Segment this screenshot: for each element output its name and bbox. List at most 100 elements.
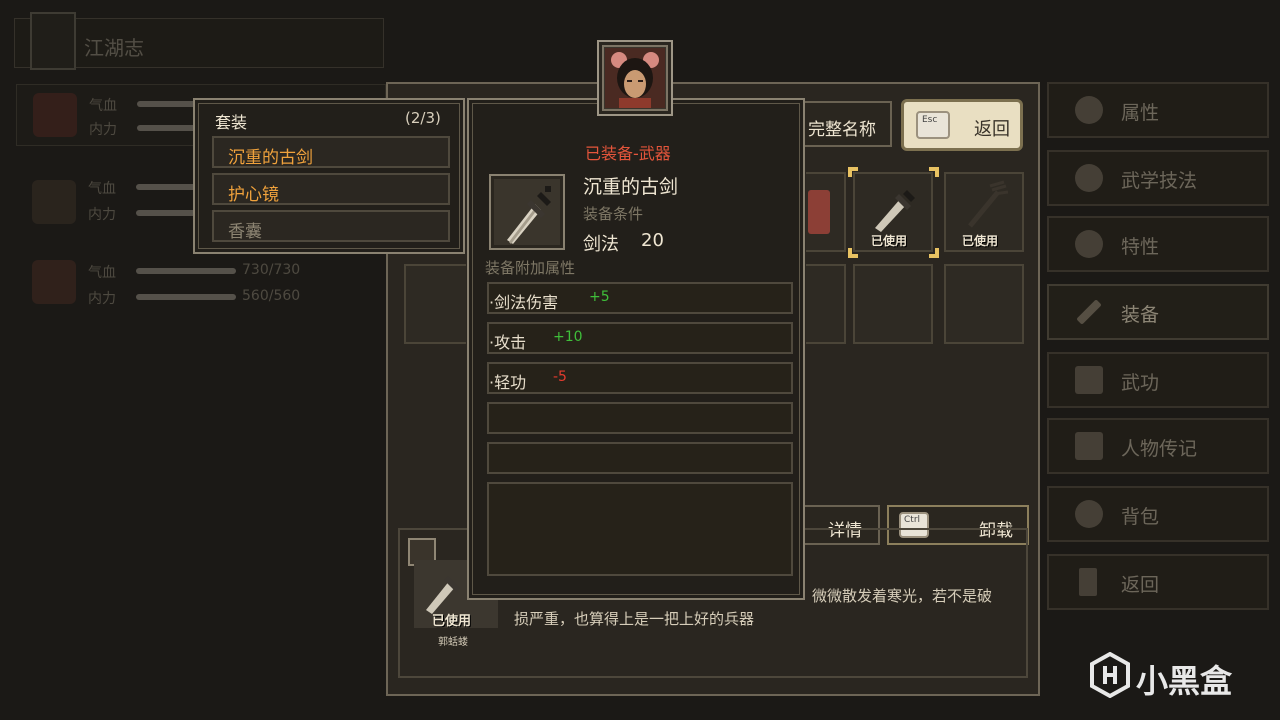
hp-label: 气血 bbox=[89, 98, 117, 114]
menu-label: 人物传记 bbox=[1121, 438, 1198, 460]
full-name-button[interactable]: 完整名称 bbox=[800, 101, 892, 147]
equipped-item-used-label: 已使用 bbox=[432, 614, 472, 629]
person-icon bbox=[1075, 96, 1103, 124]
empty-slot[interactable] bbox=[806, 264, 846, 344]
return-label: 返回 bbox=[974, 119, 1010, 140]
attr-section-label: 装备附加属性 bbox=[485, 259, 576, 277]
attribute-value: +5 bbox=[589, 289, 610, 305]
empty-slot[interactable] bbox=[404, 264, 466, 344]
item-owner-name: 郭蛞蝼 bbox=[438, 637, 468, 648]
esc-key-icon: Esc bbox=[916, 111, 950, 139]
character-row[interactable]: 气血 730/730 内力 560/560 bbox=[16, 252, 386, 314]
set-item: 护心镜 bbox=[212, 173, 450, 205]
mp-label: 内力 bbox=[88, 207, 116, 223]
requirement-skill: 剑法 bbox=[583, 234, 619, 255]
hp-bar bbox=[136, 268, 236, 274]
item-name: 沉重的古剑 bbox=[583, 176, 679, 198]
attribute-row: ·轻功 -5 bbox=[487, 362, 793, 394]
slot-used-label: 已使用 bbox=[962, 234, 999, 248]
hp-label: 气血 bbox=[88, 181, 116, 197]
mp-label: 内力 bbox=[89, 122, 117, 138]
trait-icon bbox=[1075, 230, 1103, 258]
menu-label: 返回 bbox=[1121, 574, 1160, 596]
empty-slot[interactable] bbox=[853, 264, 933, 344]
xiaoheihe-logo-icon bbox=[1090, 652, 1130, 698]
menu-item-traits[interactable]: 特性 bbox=[1047, 216, 1269, 272]
menu-item-bag[interactable]: 背包 bbox=[1047, 486, 1269, 542]
equipment-slot[interactable] bbox=[806, 172, 846, 252]
set-item: 沉重的古剑 bbox=[212, 136, 450, 168]
menu-label: 属性 bbox=[1121, 102, 1160, 124]
sword-icon bbox=[1076, 299, 1102, 325]
avatar bbox=[32, 260, 76, 304]
martial-art-icon bbox=[1075, 164, 1103, 192]
character-portrait bbox=[597, 40, 673, 116]
book-icon bbox=[30, 12, 76, 70]
item-description-line1: 微微散发着寒光，若不是破 bbox=[812, 587, 993, 605]
attribute-value: +10 bbox=[553, 329, 583, 345]
set-item-name: 沉重的古剑 bbox=[228, 148, 313, 168]
mp-bar bbox=[136, 294, 236, 300]
menu-label: 武功 bbox=[1121, 372, 1160, 394]
mp-value: 560/560 bbox=[242, 288, 301, 304]
set-count: (2/3) bbox=[405, 109, 441, 127]
bag-icon bbox=[1075, 500, 1103, 528]
trident-icon bbox=[968, 180, 1009, 228]
selection-corner bbox=[848, 167, 858, 177]
ctrl-key-label: Ctrl bbox=[904, 515, 921, 525]
set-bonus-panel: 套装 (2/3) 沉重的古剑 护心镜 香囊 bbox=[193, 98, 465, 254]
attribute-row-empty bbox=[487, 442, 793, 474]
menu-item-attributes[interactable]: 属性 bbox=[1047, 82, 1269, 138]
hp-label: 气血 bbox=[88, 265, 116, 281]
slot-used-label: 已使用 bbox=[871, 234, 908, 248]
menu-label: 背包 bbox=[1121, 506, 1160, 528]
attribute-row: ·剑法伤害 +5 bbox=[487, 282, 793, 314]
requirement-label: 装备条件 bbox=[583, 205, 644, 223]
sword-icon bbox=[875, 190, 915, 232]
equipment-slot[interactable]: 已使用 bbox=[944, 172, 1024, 252]
attribute-extra-box bbox=[487, 482, 793, 576]
attribute-name: ·轻功 bbox=[489, 373, 527, 392]
hp-value: 730/730 bbox=[242, 262, 301, 278]
menu-item-equipment[interactable]: 装备 bbox=[1047, 284, 1269, 340]
avatar bbox=[33, 93, 77, 137]
set-title: 套装 bbox=[215, 113, 248, 132]
selection-corner bbox=[929, 248, 939, 258]
scroll-icon bbox=[1075, 432, 1103, 460]
book-icon bbox=[1075, 366, 1103, 394]
selection-corner bbox=[929, 167, 939, 177]
return-button[interactable]: Esc 返回 bbox=[901, 99, 1023, 151]
armor-icon bbox=[808, 190, 830, 234]
sword-icon bbox=[426, 576, 460, 614]
sword-icon bbox=[507, 186, 551, 244]
attribute-row: ·攻击 +10 bbox=[487, 322, 793, 354]
attribute-name: ·攻击 bbox=[489, 333, 527, 352]
requirement-value: 20 bbox=[641, 230, 664, 251]
menu-item-martial-techniques[interactable]: 武学技法 bbox=[1047, 150, 1269, 206]
selection-corner bbox=[848, 248, 858, 258]
character-avatar-icon bbox=[605, 48, 665, 108]
attribute-name: ·剑法伤害 bbox=[489, 293, 559, 312]
card-header: 已装备-武器 bbox=[585, 144, 671, 163]
avatar bbox=[32, 180, 76, 224]
mp-label: 内力 bbox=[88, 291, 116, 307]
item-icon-frame bbox=[489, 174, 565, 250]
menu-label: 武学技法 bbox=[1121, 170, 1198, 192]
set-item-name: 护心镜 bbox=[228, 185, 279, 205]
menu-label: 装备 bbox=[1121, 304, 1160, 326]
attribute-row-empty bbox=[487, 402, 793, 434]
full-name-label: 完整名称 bbox=[808, 120, 876, 140]
item-detail-card: 已装备-武器 沉重的古剑 装备条件 剑法 20 装备附加属性 ·剑法伤害 +5 … bbox=[467, 98, 805, 600]
empty-slot[interactable] bbox=[944, 264, 1024, 344]
watermark-text: 小黑盒 bbox=[1136, 662, 1233, 700]
menu-item-return[interactable]: 返回 bbox=[1047, 554, 1269, 610]
attribute-value: -5 bbox=[553, 369, 567, 385]
menu-item-biography[interactable]: 人物传记 bbox=[1047, 418, 1269, 474]
menu-label: 特性 bbox=[1121, 236, 1160, 258]
equipment-slot-selected[interactable]: 已使用 bbox=[853, 172, 933, 252]
door-icon bbox=[1079, 568, 1097, 596]
set-item: 香囊 bbox=[212, 210, 450, 242]
menu-item-martial-arts[interactable]: 武功 bbox=[1047, 352, 1269, 408]
page-title: 江湖志 bbox=[84, 36, 144, 60]
esc-key-label: Esc bbox=[922, 115, 938, 125]
